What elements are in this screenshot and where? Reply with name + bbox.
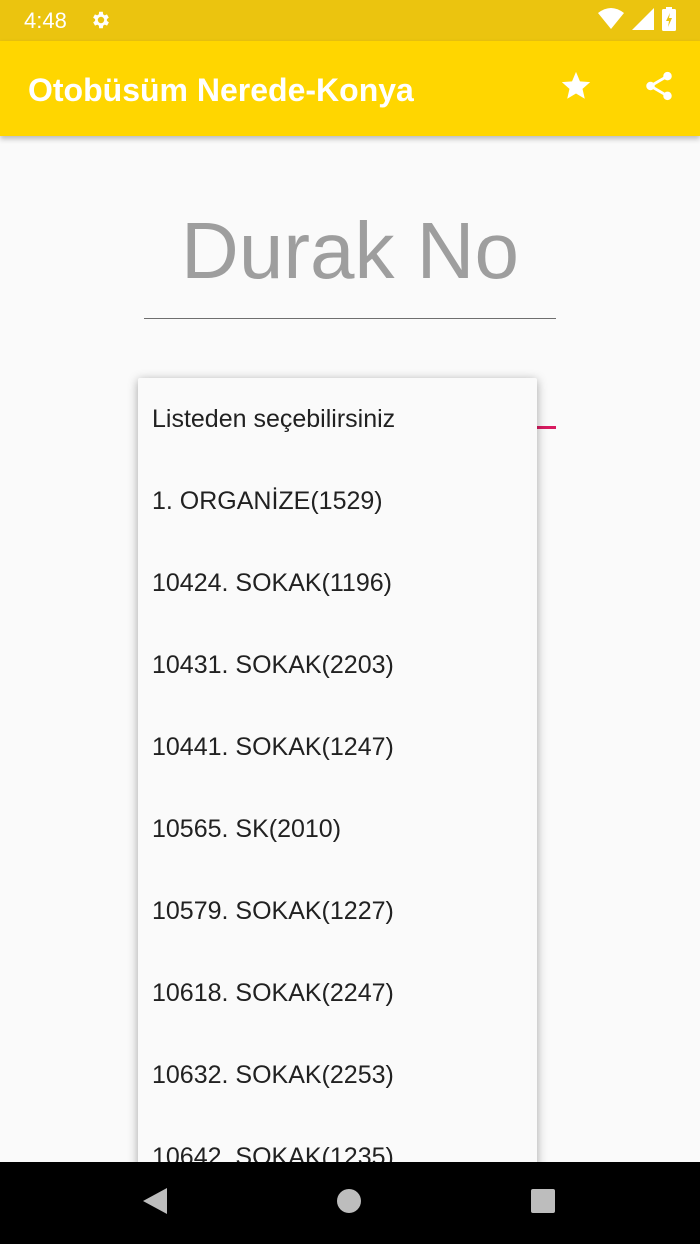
- home-icon: [335, 1187, 363, 1220]
- durak-no-input[interactable]: Durak No: [144, 192, 556, 319]
- dropdown-item[interactable]: 10618. SOKAK(2247): [138, 952, 537, 1034]
- back-icon: [141, 1186, 169, 1221]
- status-time: 4:48: [24, 8, 67, 33]
- dropdown-item[interactable]: 10632. SOKAK(2253): [138, 1034, 537, 1116]
- recents-icon: [530, 1188, 556, 1219]
- dropdown-item[interactable]: 10579. SOKAK(1227): [138, 870, 537, 952]
- dropdown-item[interactable]: 10431. SOKAK(2203): [138, 624, 537, 706]
- status-icons: [598, 6, 676, 36]
- home-button[interactable]: [326, 1180, 372, 1226]
- share-icon: [642, 69, 676, 108]
- dropdown-item[interactable]: 10424. SOKAK(1196): [138, 542, 537, 624]
- status-bar: 4:48: [0, 0, 700, 41]
- star-icon: [559, 69, 593, 108]
- dropdown-item[interactable]: 1. ORGANİZE(1529): [138, 460, 537, 542]
- signal-icon: [632, 7, 654, 35]
- app-bar: Otobüsüm Nerede-Konya: [0, 41, 700, 136]
- stop-dropdown-list[interactable]: Listeden seçebilirsiniz 1. ORGANİZE(1529…: [138, 378, 537, 1198]
- dropdown-item[interactable]: Listeden seçebilirsiniz: [138, 378, 537, 460]
- navigation-bar: [0, 1162, 700, 1244]
- wifi-icon: [598, 7, 624, 35]
- settings-gear-icon: [90, 9, 112, 31]
- dropdown-item[interactable]: 10441. SOKAK(1247): [138, 706, 537, 788]
- dropdown-item[interactable]: 10565. SK(2010): [138, 788, 537, 870]
- battery-icon: [662, 6, 676, 36]
- app-title: Otobüsüm Nerede-Konya: [28, 72, 414, 108]
- favorite-button[interactable]: [554, 66, 598, 110]
- back-button[interactable]: [132, 1180, 178, 1226]
- share-button[interactable]: [637, 66, 681, 110]
- recents-button[interactable]: [520, 1180, 566, 1226]
